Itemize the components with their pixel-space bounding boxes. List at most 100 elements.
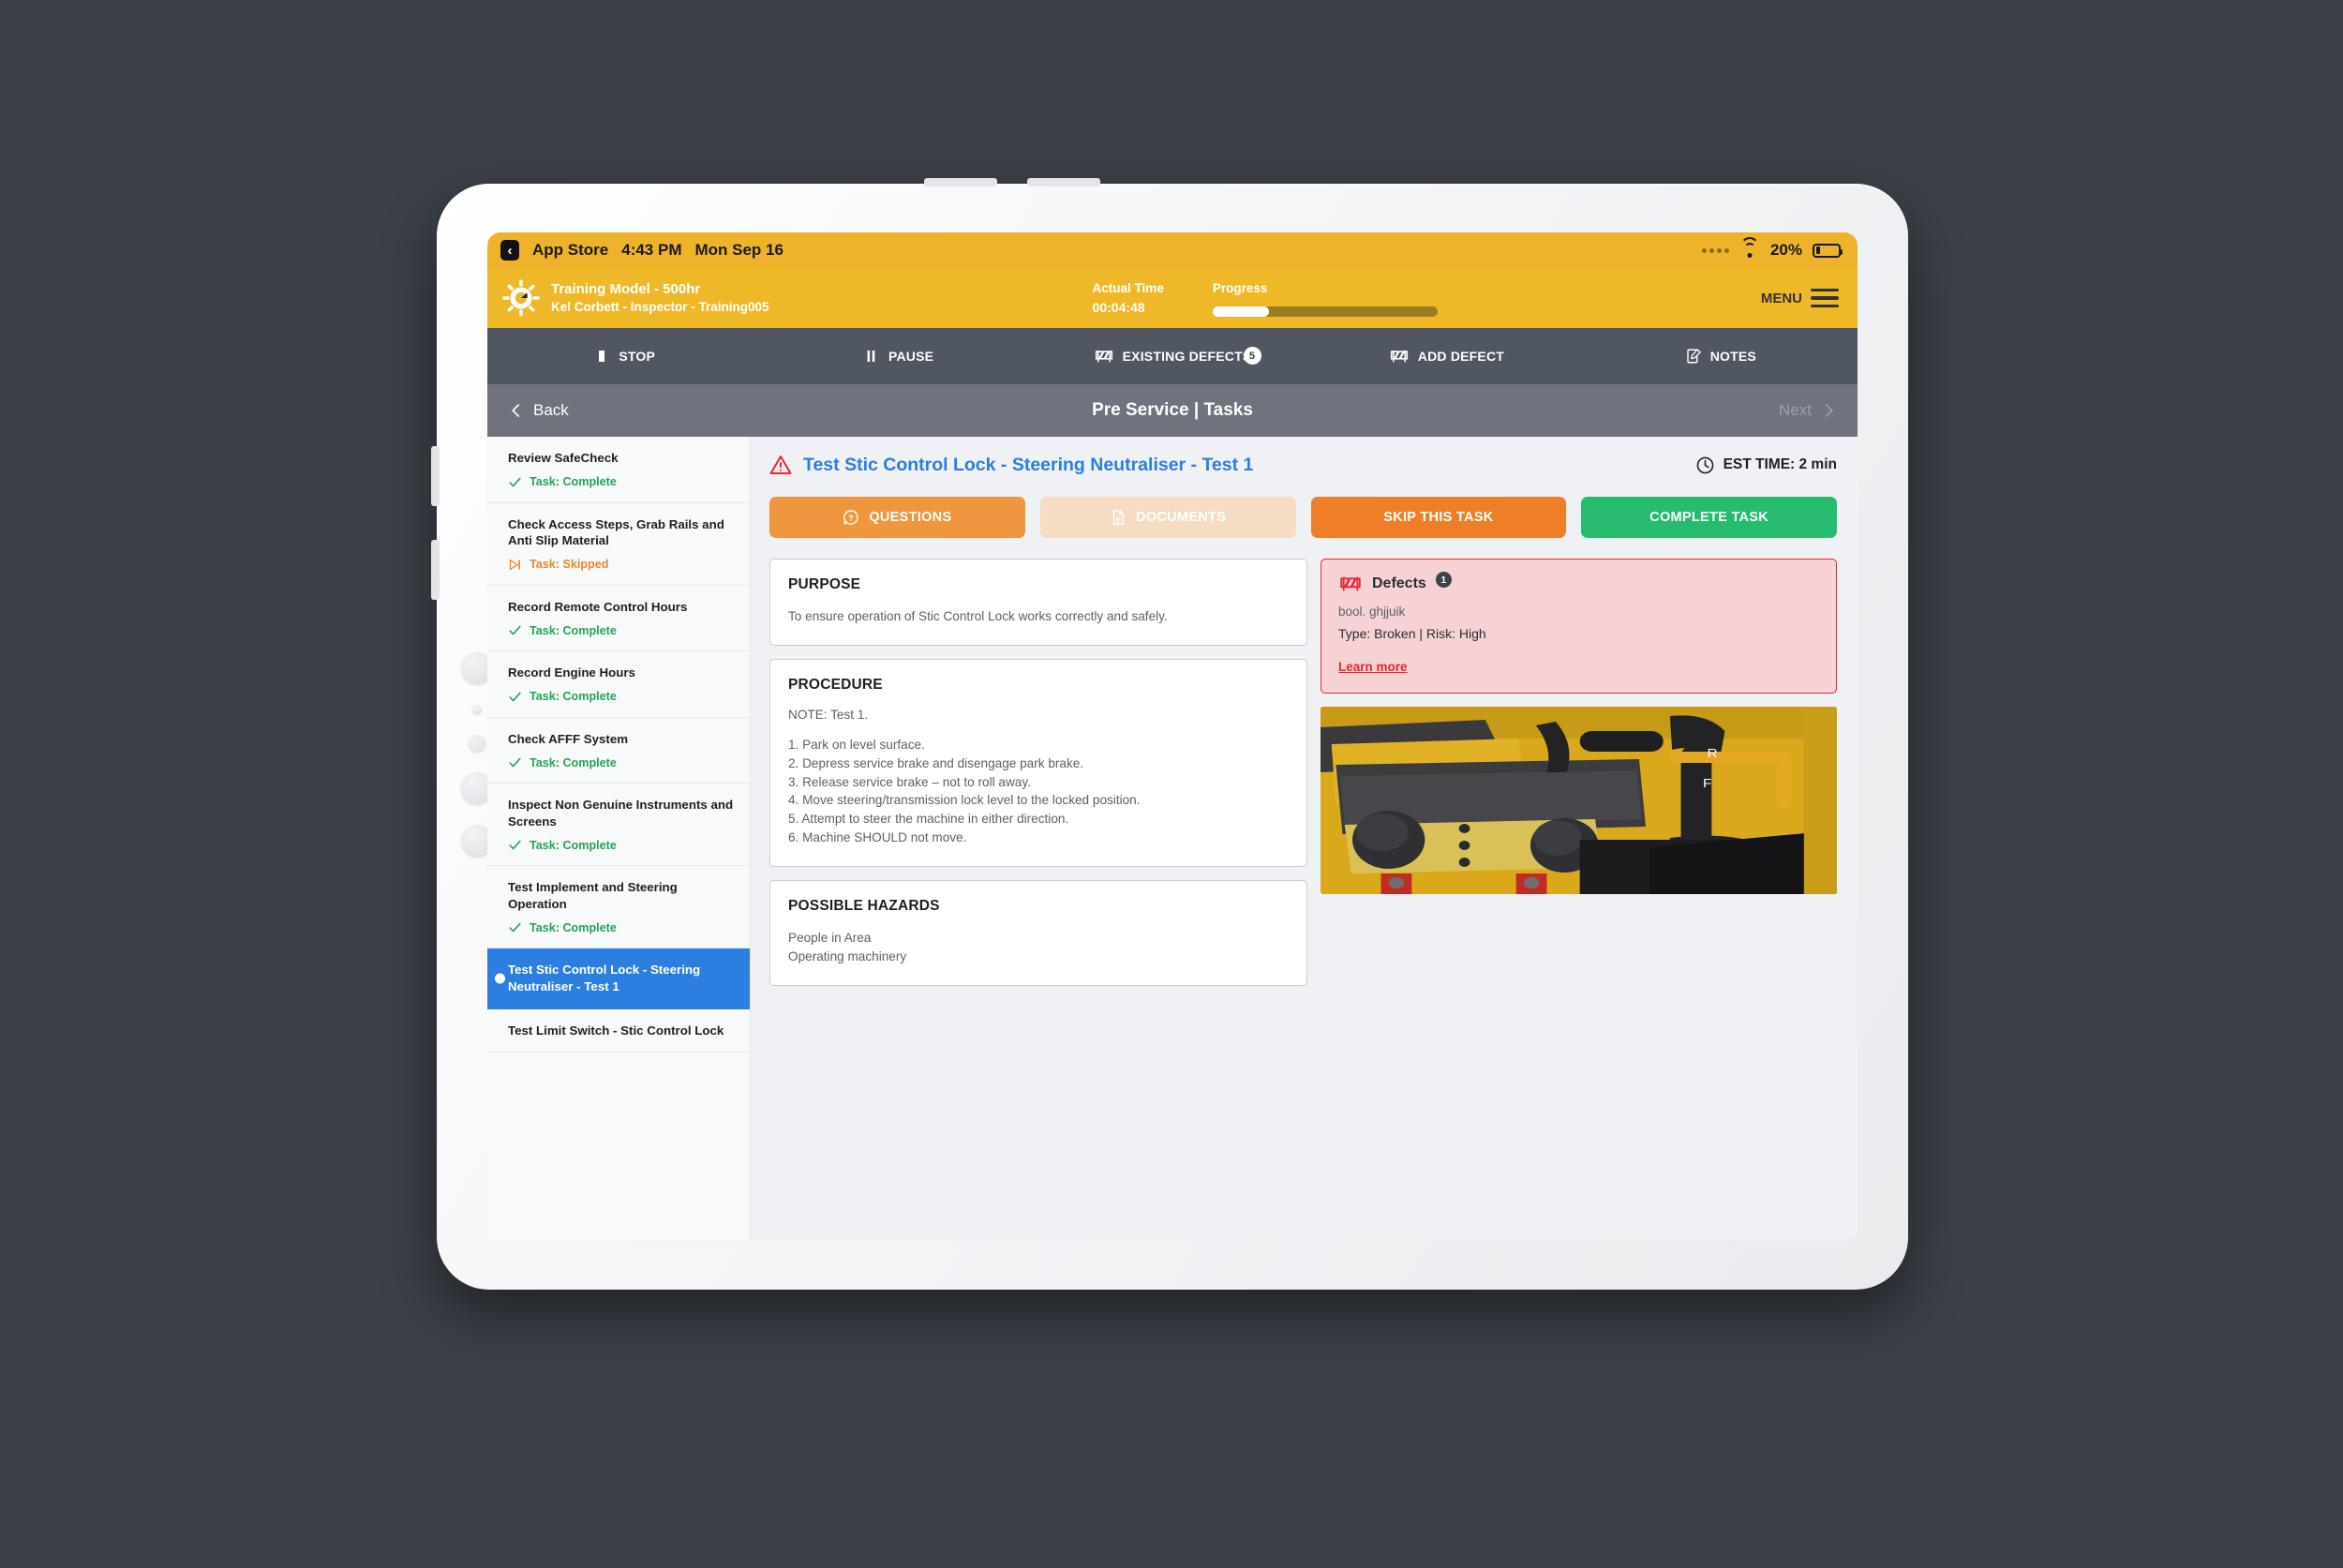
task-list-item[interactable]: Test Limit Switch - Stic Control Lock (487, 1009, 750, 1053)
bezel-dot-small (472, 705, 482, 714)
task-status-label: Task: Complete (530, 623, 617, 637)
toolbar-item-add-defect[interactable]: ADD DEFECT (1309, 348, 1583, 365)
ios-status-bar: ‹ App Store 4:43 PM Mon Sep 16 20% (487, 232, 1858, 268)
page-title: Pre Service | Tasks (1092, 400, 1253, 420)
purpose-card: PURPOSE To ensure operation of Stic Cont… (769, 559, 1307, 646)
task-list-item[interactable]: Check AFFF System Task: Complete (487, 718, 750, 784)
task-status: Task: Complete (508, 690, 735, 704)
toolbar-item-label: NOTES (1709, 349, 1756, 364)
defect-learn-more-link[interactable]: Learn more (1338, 660, 1408, 674)
task-name: Review SafeCheck (508, 451, 619, 465)
toolbar-item-existing-defects[interactable]: EXISTING DEFECTS 5 (1036, 347, 1309, 365)
tablet-screen: ‹ App Store 4:43 PM Mon Sep 16 20% Train… (487, 232, 1858, 1241)
documents-button-label: DOCUMENTS (1136, 510, 1227, 525)
toolbar-item-label: ADD DEFECT (1417, 349, 1505, 364)
barrier-icon (1340, 576, 1361, 591)
machinery-control-levers-photo: R F (1321, 707, 1837, 894)
task-status: Task: Skipped (508, 558, 735, 572)
battery-percent-label: 20% (1769, 241, 1802, 259)
header-model-label: Training Model - 500hr (551, 280, 701, 297)
progress-label: Progress (1212, 281, 1268, 296)
status-back-app-label[interactable]: App Store (532, 241, 608, 260)
hazards-heading: POSSIBLE HAZARDS (788, 897, 940, 914)
task-list-item[interactable]: Test Stic Control Lock - Steering Neutra… (487, 948, 750, 1009)
device-top-button-a[interactable] (924, 178, 997, 187)
menu-label: MENU (1760, 290, 1802, 306)
hamburger-menu-icon (1811, 288, 1839, 308)
progress-bar-track (1212, 306, 1438, 317)
task-list-item[interactable]: Review SafeCheck Task: Complete (487, 437, 750, 503)
toolbar-item-pause[interactable]: PAUSE (761, 348, 1035, 365)
task-list-item[interactable]: Test Implement and Steering Operation Tas… (487, 866, 750, 949)
task-name: Test Implement and Steering Operation (508, 880, 678, 911)
bezel-dot-medium (469, 735, 485, 752)
action-toolbar: STOP PAUSE EXISTING DEFECTS 5 ADD DEFECT NOTE… (487, 328, 1858, 384)
procedure-heading: PROCEDURE (788, 676, 883, 693)
svg-text:?: ? (849, 513, 854, 522)
toolbar-item-label: PAUSE (888, 349, 934, 364)
wifi-icon (1739, 237, 1760, 258)
task-status-label: Task: Complete (530, 838, 617, 852)
device-top-button-b[interactable] (1027, 178, 1100, 187)
task-status-label: Task: Complete (530, 475, 617, 489)
chevron-left-icon[interactable]: ‹ (500, 240, 519, 261)
hazards-card: POSSIBLE HAZARDS People in Area Operating… (769, 879, 1307, 986)
task-detail-panel: Test Stic Control Lock - Steering Neutra… (751, 437, 1858, 1241)
device-volume-down-button[interactable] (431, 540, 440, 600)
defects-heading: Defects (1372, 575, 1426, 591)
procedure-step: 6. Machine SHOULD not move. (788, 830, 967, 845)
documents-button[interactable]: DOCUMENTS (1039, 497, 1296, 538)
device-volume-up-button[interactable] (431, 446, 440, 506)
task-list-item[interactable]: Check Access Steps, Grab Rails and Anti … (487, 503, 750, 586)
signal-dots-icon (1701, 247, 1729, 253)
defect-description: bool. ghjjuik (1338, 605, 1406, 619)
hazard-item: People in Area (788, 930, 872, 945)
defect-meta: Type: Broken | Risk: High (1338, 626, 1486, 641)
note-edit-icon (1685, 348, 1702, 365)
task-status-label: Task: Complete (530, 755, 617, 769)
skip-button[interactable]: SKIP THIS TASK (1310, 497, 1567, 538)
check-icon (508, 475, 522, 489)
task-info-column: PURPOSE To ensure operation of Stic Cont… (769, 559, 1307, 999)
toolbar-item-stop[interactable]: STOP (487, 348, 761, 365)
task-list-sidebar[interactable]: Review SafeCheck Task: Complete Check Acce… (487, 437, 751, 1241)
toolbar-item-label: EXISTING DEFECTS (1122, 349, 1252, 364)
procedure-card: PROCEDURE NOTE: Test 1. 1. Park on level… (769, 658, 1307, 867)
svg-text:R: R (1708, 747, 1718, 761)
complete-button[interactable]: COMPLETE TASK (1581, 497, 1837, 538)
questions-button[interactable]: ? QUESTIONS (769, 497, 1025, 538)
check-icon (508, 920, 522, 934)
task-list-item[interactable]: Inspect Non Genuine Instruments and Scre… (487, 784, 750, 867)
next-button[interactable]: Next (1779, 401, 1837, 420)
procedure-step: 5. Attempt to steer the machine in eithe… (788, 812, 1069, 827)
battery-icon (1813, 243, 1843, 258)
toolbar-badge: 5 (1243, 347, 1261, 365)
task-name: Record Remote Control Hours (508, 599, 688, 614)
task-status: Task: Complete (508, 838, 735, 852)
back-button[interactable]: Back (508, 401, 569, 420)
procedure-step: 2. Depress service brake and disengage p… (788, 755, 1084, 770)
selected-task-dot (495, 973, 505, 984)
task-name: Test Limit Switch - Stic Control Lock (508, 1023, 724, 1038)
actual-time-label: Actual Time (1092, 281, 1164, 296)
actual-time-value: 00:04:48 (1092, 299, 1145, 315)
estimated-time-label: EST TIME: 2 min (1723, 456, 1837, 472)
procedure-steps: 1. Park on level surface. 2. Depress serv… (788, 736, 1289, 847)
chevron-right-icon (1825, 404, 1833, 417)
check-icon (508, 755, 522, 769)
skip-button-label: SKIP THIS TASK (1383, 510, 1494, 525)
menu-button[interactable]: MENU (1760, 288, 1839, 308)
questions-button-label: QUESTIONS (869, 510, 952, 525)
task-content-columns: PURPOSE To ensure operation of Stic Cont… (769, 559, 1837, 999)
purpose-text: To ensure operation of Stic Control Lock… (788, 609, 1168, 623)
task-list-item[interactable]: Record Remote Control Hours Task: Complet… (487, 586, 750, 652)
estimated-time: EST TIME: 2 min (1695, 455, 1837, 475)
task-title: Test Stic Control Lock - Steering Neutra… (803, 454, 1254, 475)
progress-bar-fill (1212, 306, 1269, 317)
task-list-item[interactable]: Record Engine Hours Task: Complete (487, 651, 750, 718)
procedure-step: 1. Park on level surface. (788, 737, 925, 752)
question-bubble-icon: ? (843, 509, 859, 526)
check-icon (508, 690, 522, 704)
pause-bars-icon (863, 348, 880, 365)
toolbar-item-notes[interactable]: NOTES (1584, 348, 1858, 365)
